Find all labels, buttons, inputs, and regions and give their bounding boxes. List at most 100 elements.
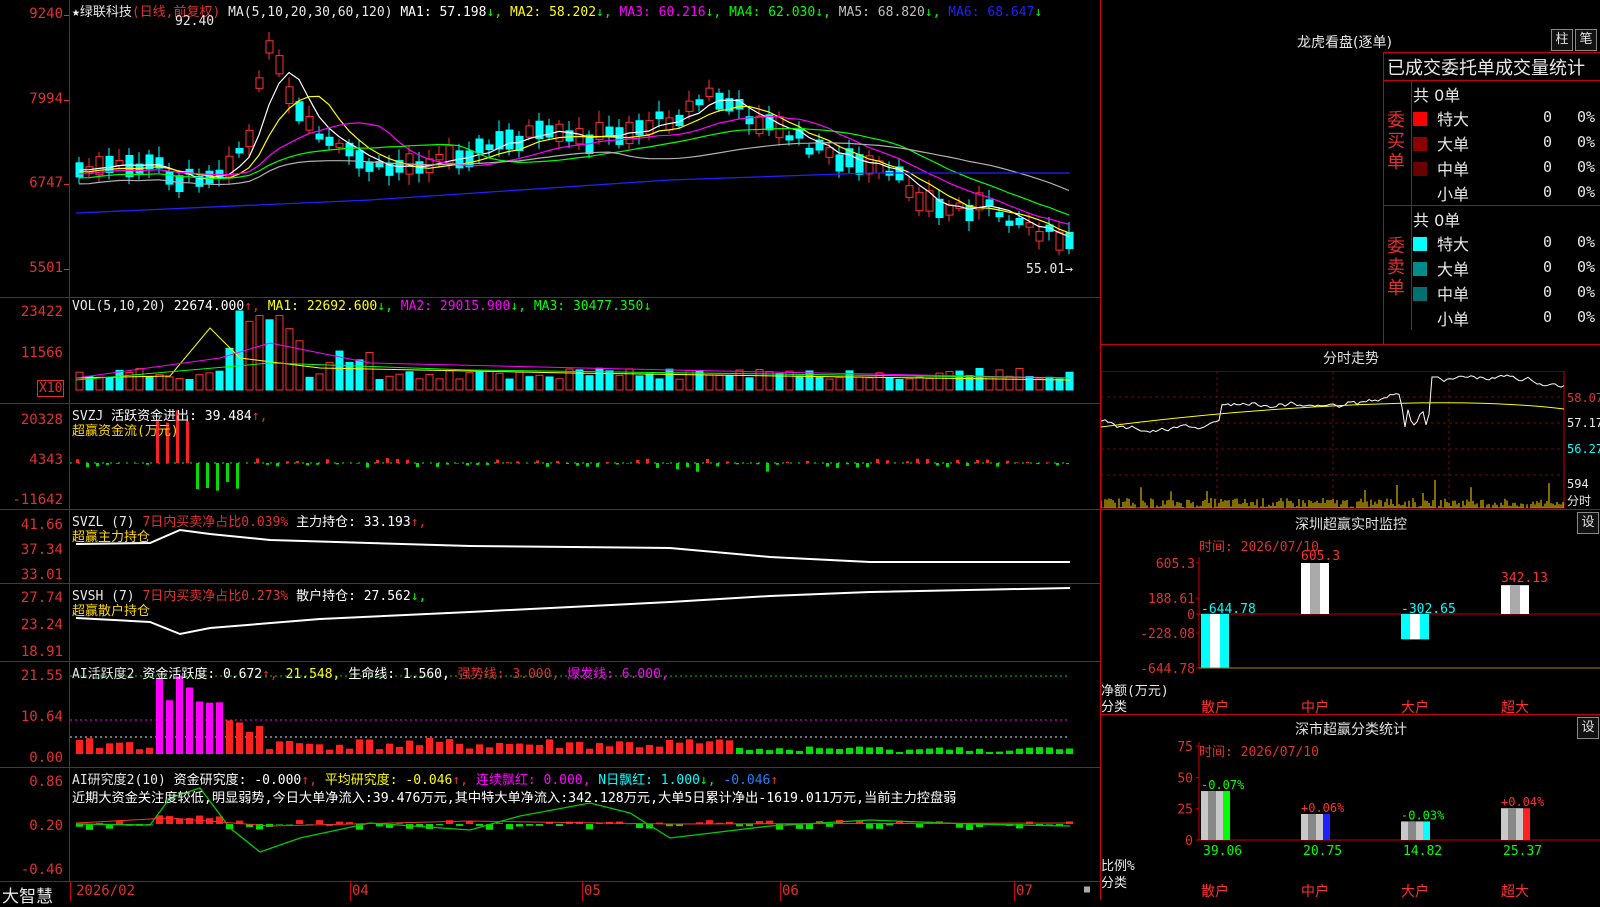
- flow-bar: [726, 461, 729, 463]
- volume-panel[interactable]: 23422 11566 X10 VOL(5,10,20) 22674.000↑,…: [0, 298, 1100, 404]
- order-count: 0: [1543, 233, 1552, 251]
- volume-bar: [956, 371, 963, 390]
- y-tick-label: 9240: [29, 6, 63, 22]
- flow-bar: [566, 463, 569, 464]
- flow-bar: [1006, 461, 1009, 463]
- volume-bar: [246, 321, 253, 390]
- volume-y-axis: 23422 11566 X10: [0, 298, 70, 403]
- activity-bar: [536, 745, 543, 754]
- order-percent: 0%: [1577, 183, 1600, 201]
- flow-bar: [456, 463, 459, 464]
- order-count: 0: [1543, 133, 1552, 151]
- candle-body: [756, 116, 763, 134]
- kline-panel[interactable]: 9240 7994 6747 5501 ★绿联科技(日线,前复权) MA(5,1…: [0, 0, 1100, 298]
- ai-activity-panel[interactable]: 21.55 10.64 0.00 AI活跃度2 资金活跃度: 0.672↑, 2…: [0, 662, 1100, 768]
- flow-bar: [626, 463, 629, 464]
- activity-bar: [236, 723, 243, 754]
- x-tick-label: 05: [584, 883, 601, 899]
- activity-bar: [386, 744, 393, 754]
- flow-bar: [396, 459, 399, 463]
- candle-body: [486, 145, 493, 150]
- y-tick-label: 23422: [21, 304, 63, 320]
- volume-bar: [736, 370, 743, 390]
- flow-bar: [366, 463, 369, 468]
- flow-bar: [116, 463, 119, 464]
- x-tick-label: 04: [352, 883, 369, 899]
- volume-bar: [486, 372, 493, 390]
- activity-bar: [296, 743, 303, 754]
- volume-bar: [396, 374, 403, 390]
- research-bar: [806, 824, 813, 829]
- activity-bar: [646, 745, 653, 754]
- bar-value-label: 342.13: [1501, 571, 1548, 586]
- candle-body: [826, 148, 833, 158]
- flow-bar: [466, 463, 469, 465]
- research-bar: [316, 820, 323, 824]
- research-bar: [536, 824, 543, 826]
- activity-bar: [216, 702, 223, 754]
- flow-bar: [516, 461, 519, 463]
- volume-bar: [176, 379, 183, 390]
- candle-body: [836, 155, 843, 171]
- research-bar: [176, 819, 183, 824]
- category-color-icon: [1413, 287, 1427, 301]
- tick-view-button[interactable]: 笔: [1575, 29, 1597, 51]
- candlestick-chart[interactable]: [70, 0, 1100, 298]
- svzl-panel[interactable]: 41.66 37.34 33.01 SVZL (7) 7日内买卖净占比0.039…: [0, 510, 1100, 584]
- flow-bar: [96, 463, 99, 466]
- flow-bar: [266, 463, 269, 465]
- candle-body: [256, 78, 263, 88]
- volume-bar: [506, 379, 513, 390]
- candle-body: [316, 134, 323, 139]
- research-bar: [476, 824, 483, 826]
- candle-body: [646, 121, 653, 134]
- chart-area[interactable]: 9240 7994 6747 5501 ★绿联科技(日线,前复权) MA(5,1…: [0, 0, 1100, 881]
- kline-y-axis: 9240 7994 6747 5501: [0, 0, 70, 297]
- order-percent: 0%: [1577, 233, 1600, 251]
- ma-arrow: ↓,: [596, 5, 612, 20]
- volume-bar: [1066, 372, 1073, 390]
- volume-bar: [646, 374, 653, 390]
- intraday-chart[interactable]: [1101, 371, 1565, 509]
- volume-bar: [676, 379, 683, 390]
- activity-bar: [826, 748, 833, 754]
- svzj-panel[interactable]: 20328 4343 -11642 SVZJ 活跃资金进出: 39.484↑, …: [0, 404, 1100, 510]
- activity-bar: [1026, 748, 1033, 754]
- activity-bar: [786, 750, 793, 754]
- candle-body: [276, 56, 283, 74]
- svzl-y-axis: 41.66 37.34 33.01: [0, 510, 70, 583]
- intraday-vol-label: 594: [1567, 477, 1589, 491]
- candle-body: [856, 155, 863, 175]
- svsh-panel[interactable]: 27.74 23.24 18.91 SVSH (7) 7日内买卖净占比0.273…: [0, 584, 1100, 662]
- y-tick-label: 37.34: [21, 542, 63, 558]
- intraday-y-label: 58.07: [1567, 391, 1600, 405]
- activity-bar: [846, 748, 853, 754]
- volume-bar: [806, 371, 813, 390]
- holding-line: [76, 530, 1070, 562]
- y-tick-label: 18.91: [21, 644, 63, 660]
- bar-view-button[interactable]: 柱: [1551, 29, 1573, 51]
- ai-research-header: AI研究度2(10) 资金研究度: -0.000↑, 平均研究度: -0.046…: [72, 769, 778, 788]
- research-bar: [506, 824, 513, 829]
- flow-bar: [856, 463, 859, 468]
- flow-bar: [576, 463, 579, 466]
- activity-bar: [436, 742, 443, 754]
- time-axis[interactable]: 大智慧 2026/02 04 05 06 07 ■: [0, 881, 1100, 900]
- sz-class-chart[interactable]: 7550250-0.07%39.06散户+0.06%20.75中户-0.03%1…: [1101, 715, 1600, 900]
- candle-body: [336, 143, 343, 147]
- research-bar: [166, 816, 173, 824]
- volume-bar: [556, 379, 563, 390]
- research-bar: [956, 824, 963, 828]
- activity-bar: [606, 746, 613, 754]
- order-category-label: 小单: [1437, 181, 1469, 205]
- flow-bar: [766, 463, 769, 472]
- flow-bar: [376, 460, 379, 463]
- volume-bar: [796, 376, 803, 390]
- sz-monitor-chart[interactable]: 605.3188.610-228.08-644.78-644.78散户605.3…: [1101, 510, 1600, 715]
- volume-bar: [416, 379, 423, 390]
- bar-value-label: 14.82: [1403, 844, 1442, 859]
- activity-bar: [596, 743, 603, 754]
- order-percent: 0%: [1577, 108, 1600, 126]
- activity-bar: [96, 748, 103, 754]
- ai-research-panel[interactable]: 0.86 0.20 -0.46 AI研究度2(10) 资金研究度: -0.000…: [0, 768, 1100, 881]
